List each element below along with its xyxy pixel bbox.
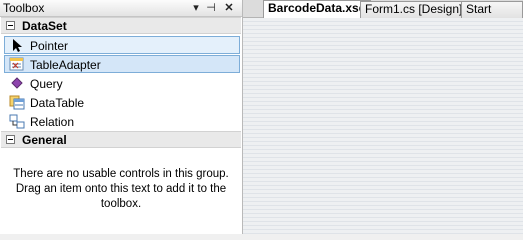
tab-form1-design[interactable]: Form1.cs [Design] bbox=[360, 1, 468, 18]
tool-label-query: Query bbox=[30, 77, 63, 91]
pointer-arrow-icon bbox=[13, 39, 22, 52]
group-label-general: General bbox=[22, 133, 67, 147]
tab-start-page[interactable]: Start Page bbox=[461, 1, 523, 31]
tableadapter-icon bbox=[9, 57, 24, 71]
tool-item-query[interactable]: Query bbox=[4, 74, 240, 92]
collapse-icon[interactable] bbox=[6, 135, 15, 144]
toolbox-titlebar: Toolbox ▾ ⊣ ✕ bbox=[0, 0, 242, 17]
tool-label-datatable: DataTable bbox=[30, 96, 85, 110]
document-area: BarcodeData.xsd Form1.cs [Design] Start … bbox=[243, 0, 523, 234]
tool-label-tableadapter: TableAdapter bbox=[30, 58, 101, 72]
tool-item-datatable[interactable]: DataTable bbox=[4, 93, 240, 111]
toolbox-title: Toolbox bbox=[3, 1, 45, 15]
window-position-dropdown-icon[interactable]: ▾ bbox=[189, 0, 203, 16]
group-label-dataset: DataSet bbox=[22, 19, 67, 33]
document-tab-strip: BarcodeData.xsd Form1.cs [Design] Start … bbox=[243, 0, 523, 31]
close-icon[interactable]: ✕ bbox=[222, 0, 236, 16]
tool-item-tableadapter[interactable]: TableAdapter bbox=[4, 55, 240, 73]
auto-hide-pin-icon[interactable]: ⊣ bbox=[204, 0, 218, 16]
tool-item-relation[interactable]: Relation bbox=[4, 112, 240, 130]
collapse-icon[interactable] bbox=[6, 21, 15, 30]
group-header-general[interactable]: General bbox=[1, 131, 241, 148]
dataset-designer-surface[interactable] bbox=[243, 18, 523, 234]
group-header-dataset[interactable]: DataSet bbox=[1, 17, 241, 34]
datatable-icon bbox=[9, 95, 25, 110]
query-icon bbox=[11, 77, 23, 89]
relation-icon bbox=[9, 114, 25, 129]
tool-label-pointer: Pointer bbox=[30, 39, 69, 53]
tool-item-pointer[interactable]: Pointer bbox=[4, 36, 240, 54]
tab-barcodedata-xsd[interactable]: BarcodeData.xsd bbox=[263, 0, 372, 18]
empty-group-message[interactable]: There are no usable controls in this gro… bbox=[8, 167, 234, 212]
tool-label-relation: Relation bbox=[30, 115, 75, 129]
toolbox-panel: Toolbox ▾ ⊣ ✕ DataSet Pointer TableAdapt… bbox=[0, 0, 243, 234]
